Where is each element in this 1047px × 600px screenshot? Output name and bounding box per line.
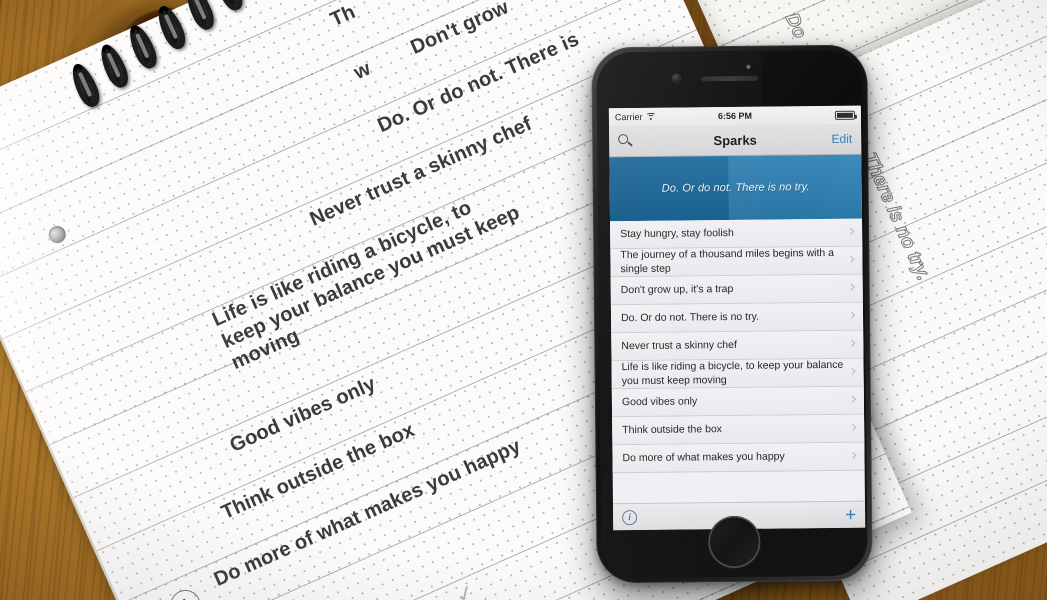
phone-front-glass: Carrier 6:56 PM Sparks Edit Do. Or do no… (596, 49, 868, 579)
page-title: Sparks (713, 132, 757, 148)
edit-button[interactable]: Edit (831, 132, 852, 146)
list-item-label: Think outside the box (622, 422, 723, 436)
scene: 6:56 PM Sparks Ed Th w Stay h Don't grow… (0, 0, 1047, 600)
battery-icon (834, 110, 855, 120)
wifi-icon (645, 112, 656, 121)
list-item[interactable]: Do more of what makes you happy (612, 442, 865, 474)
list-item[interactable]: Good vibes only (611, 386, 865, 418)
chevron-right-icon (847, 255, 855, 263)
chevron-right-icon (848, 367, 856, 375)
list-item[interactable]: Do. Or do not. There is no try. (610, 302, 864, 334)
list-item[interactable]: Life is like riding a bicycle, to keep y… (611, 358, 864, 390)
earpiece-speaker (700, 74, 759, 82)
home-button[interactable] (708, 515, 761, 569)
chevron-right-icon (847, 227, 855, 235)
list-item-label: Do more of what makes you happy (622, 450, 785, 464)
list-item-label: Don't grow up, it's a trap (620, 282, 734, 296)
quote-list: Stay hungry, stay foolish The journey of… (610, 218, 865, 474)
navigation-bar: Sparks Edit (609, 123, 862, 158)
status-bar-clock: 6:56 PM (717, 110, 752, 122)
chevron-right-icon (848, 395, 856, 403)
list-item[interactable]: Never trust a skinny chef (611, 330, 864, 362)
featured-quote-text: Do. Or do not. There is no try. (661, 181, 810, 195)
list-item[interactable]: Don't grow up, it's a trap (610, 274, 863, 306)
carrier-label: Carrier (614, 111, 643, 123)
chevron-right-icon (847, 283, 855, 291)
carrier-indicator: Carrier (615, 112, 656, 122)
featured-quote-banner[interactable]: Do. Or do not. There is no try. (609, 154, 863, 222)
chevron-right-icon (848, 339, 856, 347)
list-item-label: Stay hungry, stay foolish (620, 226, 734, 240)
plus-icon[interactable]: + (845, 504, 856, 525)
list-item[interactable]: The journey of a thousand miles begins w… (610, 246, 863, 278)
search-icon[interactable] (618, 133, 634, 149)
chevron-right-icon (847, 311, 856, 319)
battery-fill (836, 112, 853, 118)
iphone-device: Carrier 6:56 PM Sparks Edit Do. Or do no… (591, 44, 873, 584)
phone-screen: Carrier 6:56 PM Sparks Edit Do. Or do no… (608, 105, 866, 531)
list-item-label: Never trust a skinny chef (621, 338, 737, 352)
list-item-label: The journey of a thousand miles begins w… (620, 246, 835, 275)
list-item-label: Do. Or do not. There is no try. (620, 310, 760, 324)
chevron-right-icon (849, 451, 857, 459)
list-item-label: Good vibes only (621, 395, 698, 408)
list-item-label: Life is like riding a bicycle, to keep y… (621, 358, 844, 387)
chevron-right-icon (849, 423, 857, 431)
list-item[interactable]: Think outside the box (612, 414, 865, 446)
proximity-sensor (746, 64, 751, 69)
list-item[interactable]: Stay hungry, stay foolish (610, 218, 863, 250)
front-camera-icon (671, 73, 682, 84)
info-circle-icon[interactable]: i (622, 509, 638, 525)
